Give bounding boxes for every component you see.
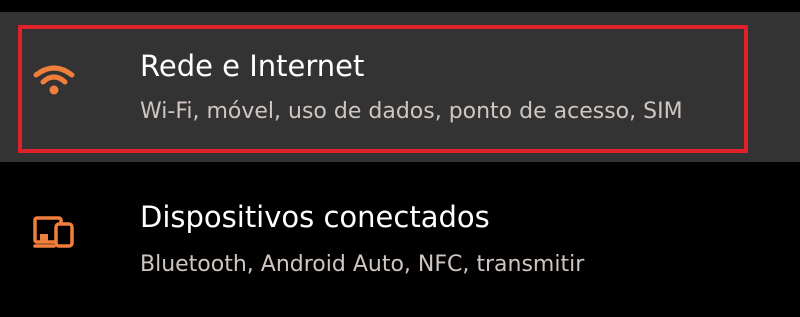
settings-item-subtitle: Bluetooth, Android Auto, NFC, transmitir	[140, 252, 585, 277]
top-strip	[0, 0, 800, 12]
connected-devices-icon	[33, 216, 74, 248]
settings-screen: Rede e Internet Wi-Fi, móvel, uso de dad…	[0, 0, 800, 317]
settings-item-title: Rede e Internet	[140, 49, 365, 83]
settings-item-connected-devices[interactable]	[0, 162, 800, 317]
settings-item-title: Dispositivos conectados	[140, 200, 490, 234]
wifi-icon	[33, 65, 75, 95]
settings-item-subtitle: Wi-Fi, móvel, uso de dados, ponto de ace…	[140, 99, 683, 124]
settings-item-network-internet[interactable]	[0, 12, 800, 162]
